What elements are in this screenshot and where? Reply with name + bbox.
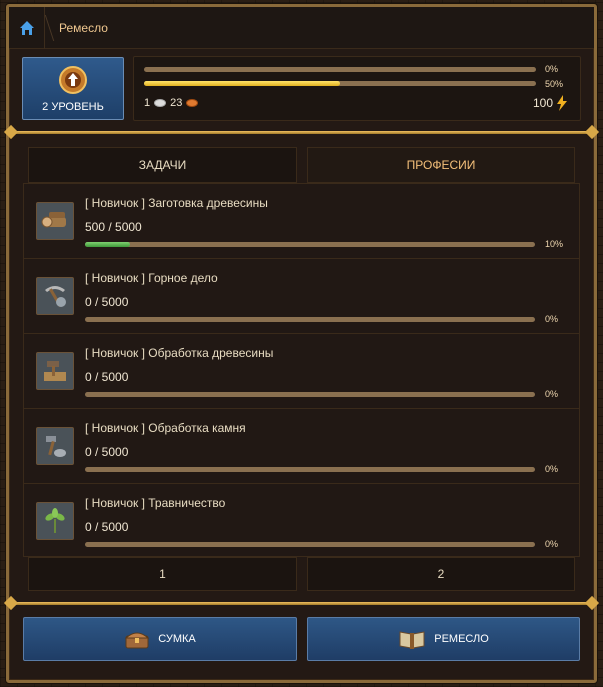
home-button[interactable] [9,6,45,49]
profession-amount: 0 / 5000 [85,370,129,384]
profession-name: [ Новичок ] Обработка древесины [85,346,274,360]
profession-row[interactable]: [ Новичок ] Обработка древесины 0 / 5000… [24,334,579,409]
stone-tool-icon [36,427,74,465]
bronze-coin-icon [186,99,199,107]
profession-progress-bar [85,392,535,397]
page-title: Ремесло [59,20,108,35]
profession-amount: 0 / 5000 [85,520,129,534]
profession-name: [ Новичок ] Заготовка древесины [85,196,268,210]
bag-button[interactable]: СУМКА [23,617,297,661]
progress-bar-2-pct: 50% [545,79,564,89]
header-bar: Ремесло [9,6,594,49]
profession-pct: 0% [545,389,559,399]
page-2-label: 2 [437,567,445,581]
profession-row[interactable]: [ Новичок ] Обработка камня 0 / 5000 0% [24,409,579,484]
profession-progress-bar [85,242,535,247]
profession-name: [ Новичок ] Горное дело [85,271,218,285]
profession-progress-bar [85,317,535,322]
page-1-label: 1 [159,567,166,581]
silver-count: 1 [144,97,151,109]
wood-log-icon [36,202,74,240]
bag-label: СУМКА [158,633,196,645]
profession-amount: 500 / 5000 [85,220,142,234]
profession-pct: 0% [545,314,559,324]
profession-amount: 0 / 5000 [85,295,129,309]
progress-bar-1 [144,67,536,72]
craft-label: РЕМЕСЛО [434,633,489,645]
profession-pct: 0% [545,539,559,549]
chest-icon [124,632,150,649]
profession-name: [ Новичок ] Обработка камня [85,421,246,435]
profession-row[interactable]: [ Новичок ] Травничество 0 / 5000 0% [24,484,579,559]
progress-bar-1-pct: 0% [545,64,559,74]
profession-progress-bar [85,542,535,547]
silver-coin-icon [154,99,167,107]
energy-display: 100 [533,95,568,111]
tab-tasks-label: ЗАДАЧИ [138,158,187,172]
resources-row: 1 23 [144,97,199,109]
book-icon [399,631,425,649]
tab-tasks[interactable]: ЗАДАЧИ [28,147,297,183]
profession-row[interactable]: [ Новичок ] Горное дело 0 / 5000 0% [24,259,579,334]
profession-progress-bar [85,467,535,472]
progress-panel: 0% 50% 1 23 100 [133,56,581,121]
profession-list: [ Новичок ] Заготовка древесины 500 / 50… [23,183,580,557]
profession-row[interactable]: [ Новичок ] Заготовка древесины 500 / 50… [24,184,579,259]
profession-pct: 10% [545,239,564,249]
profession-name: [ Новичок ] Травничество [85,496,226,510]
bronze-count: 23 [170,97,183,109]
gold-divider-top [8,131,595,134]
home-icon [19,20,34,35]
level-up-icon [59,65,87,94]
profession-amount: 0 / 5000 [85,445,129,459]
level-button[interactable]: 2 УРОВЕНЬ [22,57,124,120]
profession-pct: 0% [545,464,559,474]
lightning-icon [557,95,567,111]
hammer-plank-icon [36,352,74,390]
level-label: 2 УРОВЕНЬ [42,100,104,113]
energy-count: 100 [532,96,553,110]
page-button-1[interactable]: 1 [28,557,297,591]
pickaxe-icon [36,277,74,315]
herb-icon [36,502,74,540]
progress-bar-2-fill [144,81,340,86]
profession-progress-fill [85,242,130,247]
tab-professions[interactable]: ПРОФЕСИИ [307,147,575,183]
progress-bar-2 [144,81,536,86]
tab-professions-label: ПРОФЕСИИ [406,158,476,172]
craft-button[interactable]: РЕМЕСЛО [307,617,580,661]
gold-divider-bottom [8,602,595,605]
page-button-2[interactable]: 2 [307,557,575,591]
